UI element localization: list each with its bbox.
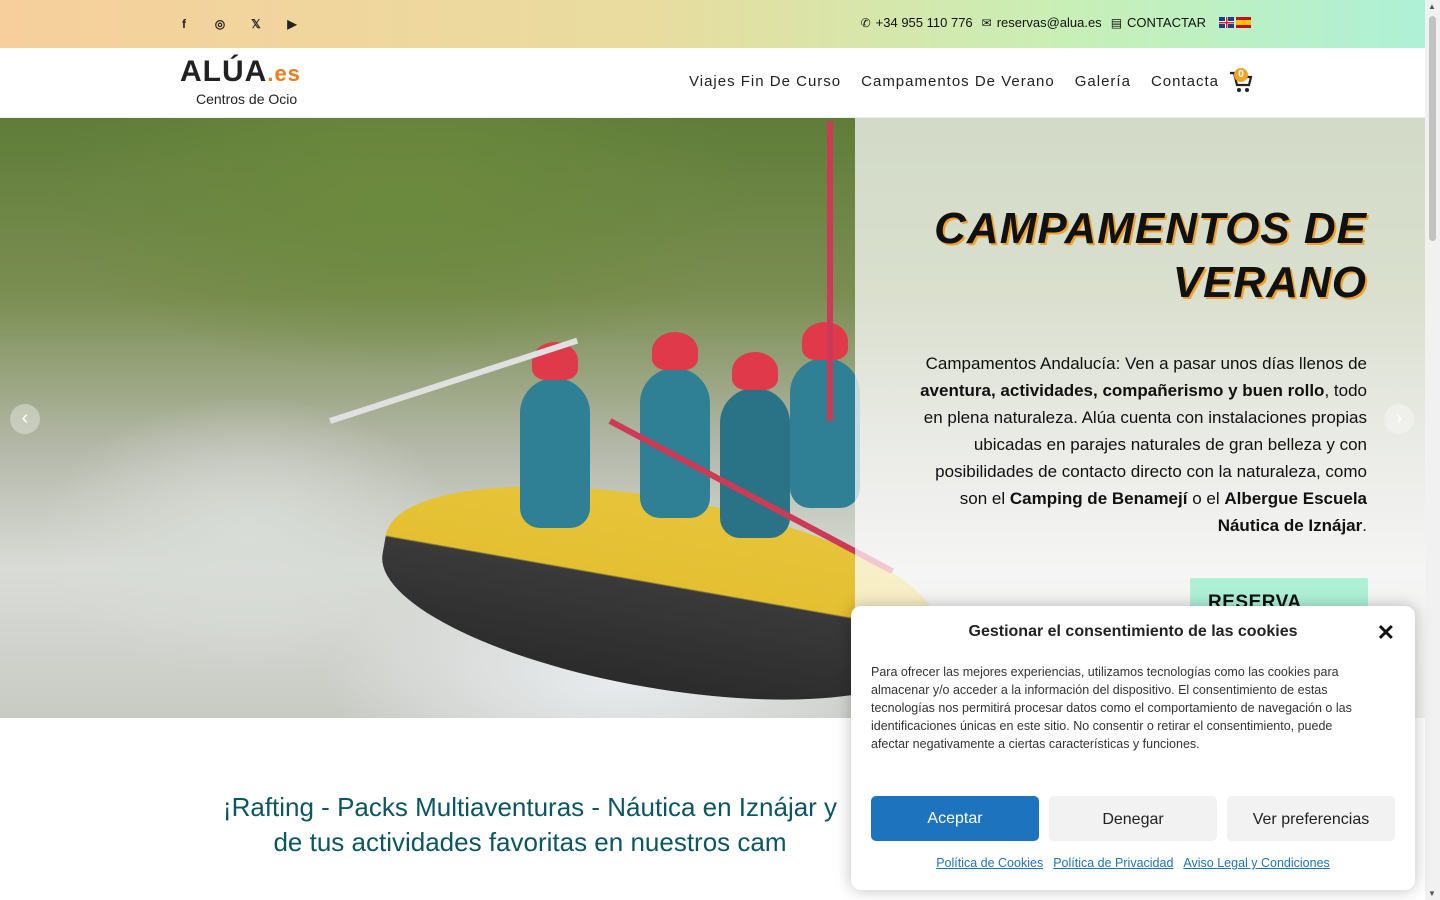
nav-item-campamentos-de-verano[interactable]: Campamentos De Verano	[861, 73, 1055, 90]
hero-description: Campamentos Andalucía: Ven a pasar unos …	[920, 354, 1367, 535]
contact-label: CONTACTAR	[1127, 15, 1206, 30]
email-address: reservas@alua.es	[996, 15, 1102, 30]
scroll-down-icon[interactable]: ▼	[1428, 889, 1436, 898]
hero-photo-rider	[720, 352, 790, 538]
cart-button[interactable]: 0	[1229, 68, 1253, 94]
slider-next-arrow-icon[interactable]: ›	[1384, 404, 1414, 434]
spanish-flag-icon[interactable]	[1236, 17, 1251, 28]
youtube-icon[interactable]: ▶	[284, 16, 300, 32]
language-switcher	[1219, 17, 1251, 28]
contact-info: ✆ +34 955 110 776 ✉ reservas@alua.es ▤ C…	[861, 15, 1251, 30]
social-links: f ◎ 𝕏 ▶	[176, 16, 300, 32]
form-icon: ▤	[1110, 15, 1123, 30]
nav-item-galeria[interactable]: Galería	[1075, 73, 1131, 90]
scroll-up-icon[interactable]: ▲	[1428, 2, 1436, 11]
cookie-dialog-title: Gestionar el consentimiento de las cooki…	[968, 623, 1298, 640]
english-flag-icon[interactable]	[1219, 17, 1234, 28]
view-preferences-button[interactable]: Ver preferencias	[1227, 796, 1395, 841]
nav-item-viajes-fin-de-curso[interactable]: Viajes Fin De Curso	[689, 73, 841, 90]
deny-cookies-button[interactable]: Denegar	[1049, 796, 1217, 841]
phone-number: +34 955 110 776	[875, 15, 973, 30]
instagram-icon[interactable]: ◎	[212, 16, 228, 32]
section-headline: ¡Rafting - Packs Multiaventuras - Náutic…	[170, 790, 890, 860]
page-scrollbar[interactable]: ▲ ▼	[1425, 0, 1440, 900]
logo-wordmark: ALÚA	[180, 55, 268, 88]
hero-photo-paddle	[827, 121, 833, 421]
email-link[interactable]: ✉ reservas@alua.es	[982, 15, 1102, 30]
close-icon[interactable]: ✕	[1377, 620, 1395, 646]
headline-line-2: de tus actividades favoritas en nuestros…	[273, 827, 787, 857]
legal-notice-link[interactable]: Aviso Legal y Condiciones	[1183, 856, 1329, 870]
cookie-policy-links: Política de Cookies Política de Privacid…	[851, 856, 1415, 870]
hero-photo-rider	[790, 322, 860, 508]
phone-link[interactable]: ✆ +34 955 110 776	[861, 15, 973, 30]
main-nav: Viajes Fin De Curso Campamentos De Veran…	[689, 73, 1219, 90]
nav-item-contacta[interactable]: Contacta	[1151, 73, 1219, 90]
cart-count-badge: 0	[1234, 68, 1248, 82]
envelope-icon: ✉	[981, 15, 992, 30]
cookie-policy-link[interactable]: Política de Cookies	[936, 856, 1043, 870]
hero-photo-rider	[520, 342, 590, 528]
logo-tagline: Centros de Ocio	[196, 91, 298, 107]
site-logo[interactable]: ALÚA.es Centros de Ocio	[180, 55, 330, 108]
contact-link[interactable]: ▤ CONTACTAR	[1111, 15, 1206, 30]
accept-cookies-button[interactable]: Aceptar	[871, 796, 1039, 841]
scrollbar-thumb[interactable]	[1429, 16, 1436, 241]
cookie-dialog-text: Para ofrecer las mejores experiencias, u…	[871, 665, 1352, 751]
x-twitter-icon[interactable]: 𝕏	[248, 16, 264, 32]
top-bar: f ◎ 𝕏 ▶ ✆ +34 955 110 776 ✉ reservas@alu…	[0, 0, 1425, 48]
logo-suffix: .es	[267, 61, 301, 86]
headline-line-1: ¡Rafting - Packs Multiaventuras - Náutic…	[222, 792, 838, 822]
cookie-consent-dialog: Gestionar el consentimiento de las cooki…	[851, 606, 1415, 890]
phone-icon: ✆	[860, 15, 871, 30]
privacy-policy-link[interactable]: Política de Privacidad	[1053, 856, 1173, 870]
main-header: ALÚA.es Centros de Ocio Viajes Fin De Cu…	[0, 48, 1425, 118]
hero-title: CAMPAMENTOS DE VERANO	[934, 204, 1367, 307]
facebook-icon[interactable]: f	[176, 16, 192, 32]
slider-prev-arrow-icon[interactable]: ‹	[10, 404, 40, 434]
